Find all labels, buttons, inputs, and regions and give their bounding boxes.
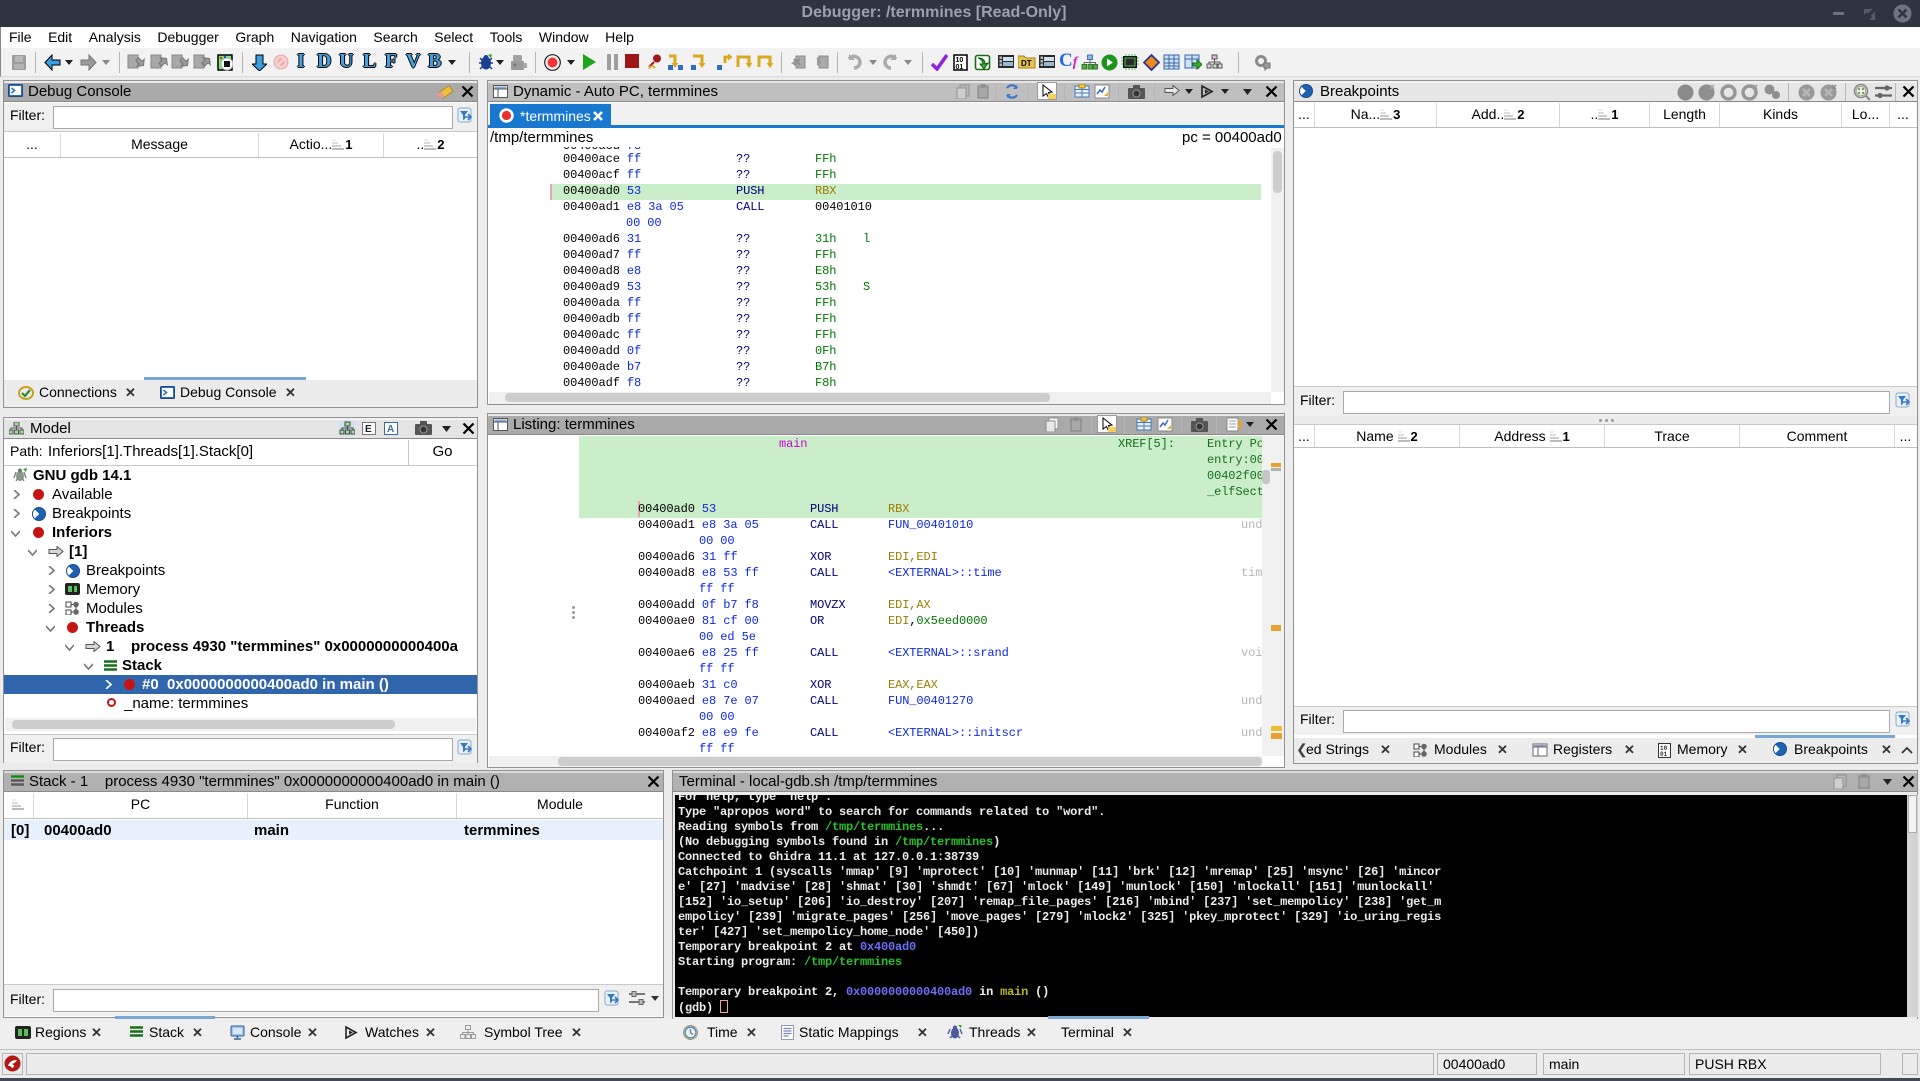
svg-text:01: 01 bbox=[1660, 751, 1668, 758]
svg-text:DT: DT bbox=[1021, 59, 1032, 68]
svg-text:01: 01 bbox=[956, 64, 964, 71]
svg-text:E: E bbox=[365, 424, 372, 435]
svg-text:10: 10 bbox=[956, 57, 964, 64]
svg-text:A: A bbox=[387, 424, 394, 435]
